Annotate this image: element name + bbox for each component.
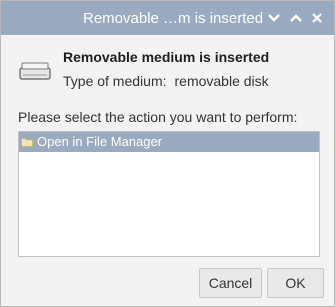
ok-button[interactable]: OK: [267, 268, 324, 298]
title-bar[interactable]: Removable …m is inserted: [1, 1, 334, 35]
minimize-button[interactable]: [264, 8, 284, 28]
action-list[interactable]: Open in File Manager: [18, 131, 320, 257]
removable-drive-icon: [19, 62, 51, 80]
cancel-button[interactable]: Cancel: [199, 268, 262, 298]
dialog-heading: Removable medium is inserted: [63, 49, 270, 65]
window-title: Removable …m is inserted: [83, 10, 264, 27]
close-icon: [312, 13, 322, 23]
medium-type: Type of medium: removable disk: [63, 73, 269, 89]
dialog-window: Removable …m is inserted Removable mediu…: [0, 0, 335, 307]
list-item-label: Open in File Manager: [37, 134, 163, 149]
maximize-button[interactable]: [286, 8, 306, 28]
medium-type-value: removable disk: [174, 73, 269, 89]
medium-type-label: Type of medium:: [63, 73, 167, 89]
list-item-open-in-file-manager[interactable]: Open in File Manager: [19, 132, 319, 152]
action-prompt: Please select the action you want to per…: [18, 109, 298, 125]
dialog-content: Removable medium is inserted Type of med…: [1, 35, 334, 306]
close-button[interactable]: [307, 8, 327, 28]
folder-icon: [21, 138, 33, 147]
chevron-down-icon: [268, 14, 280, 22]
chevron-up-icon: [290, 14, 302, 22]
